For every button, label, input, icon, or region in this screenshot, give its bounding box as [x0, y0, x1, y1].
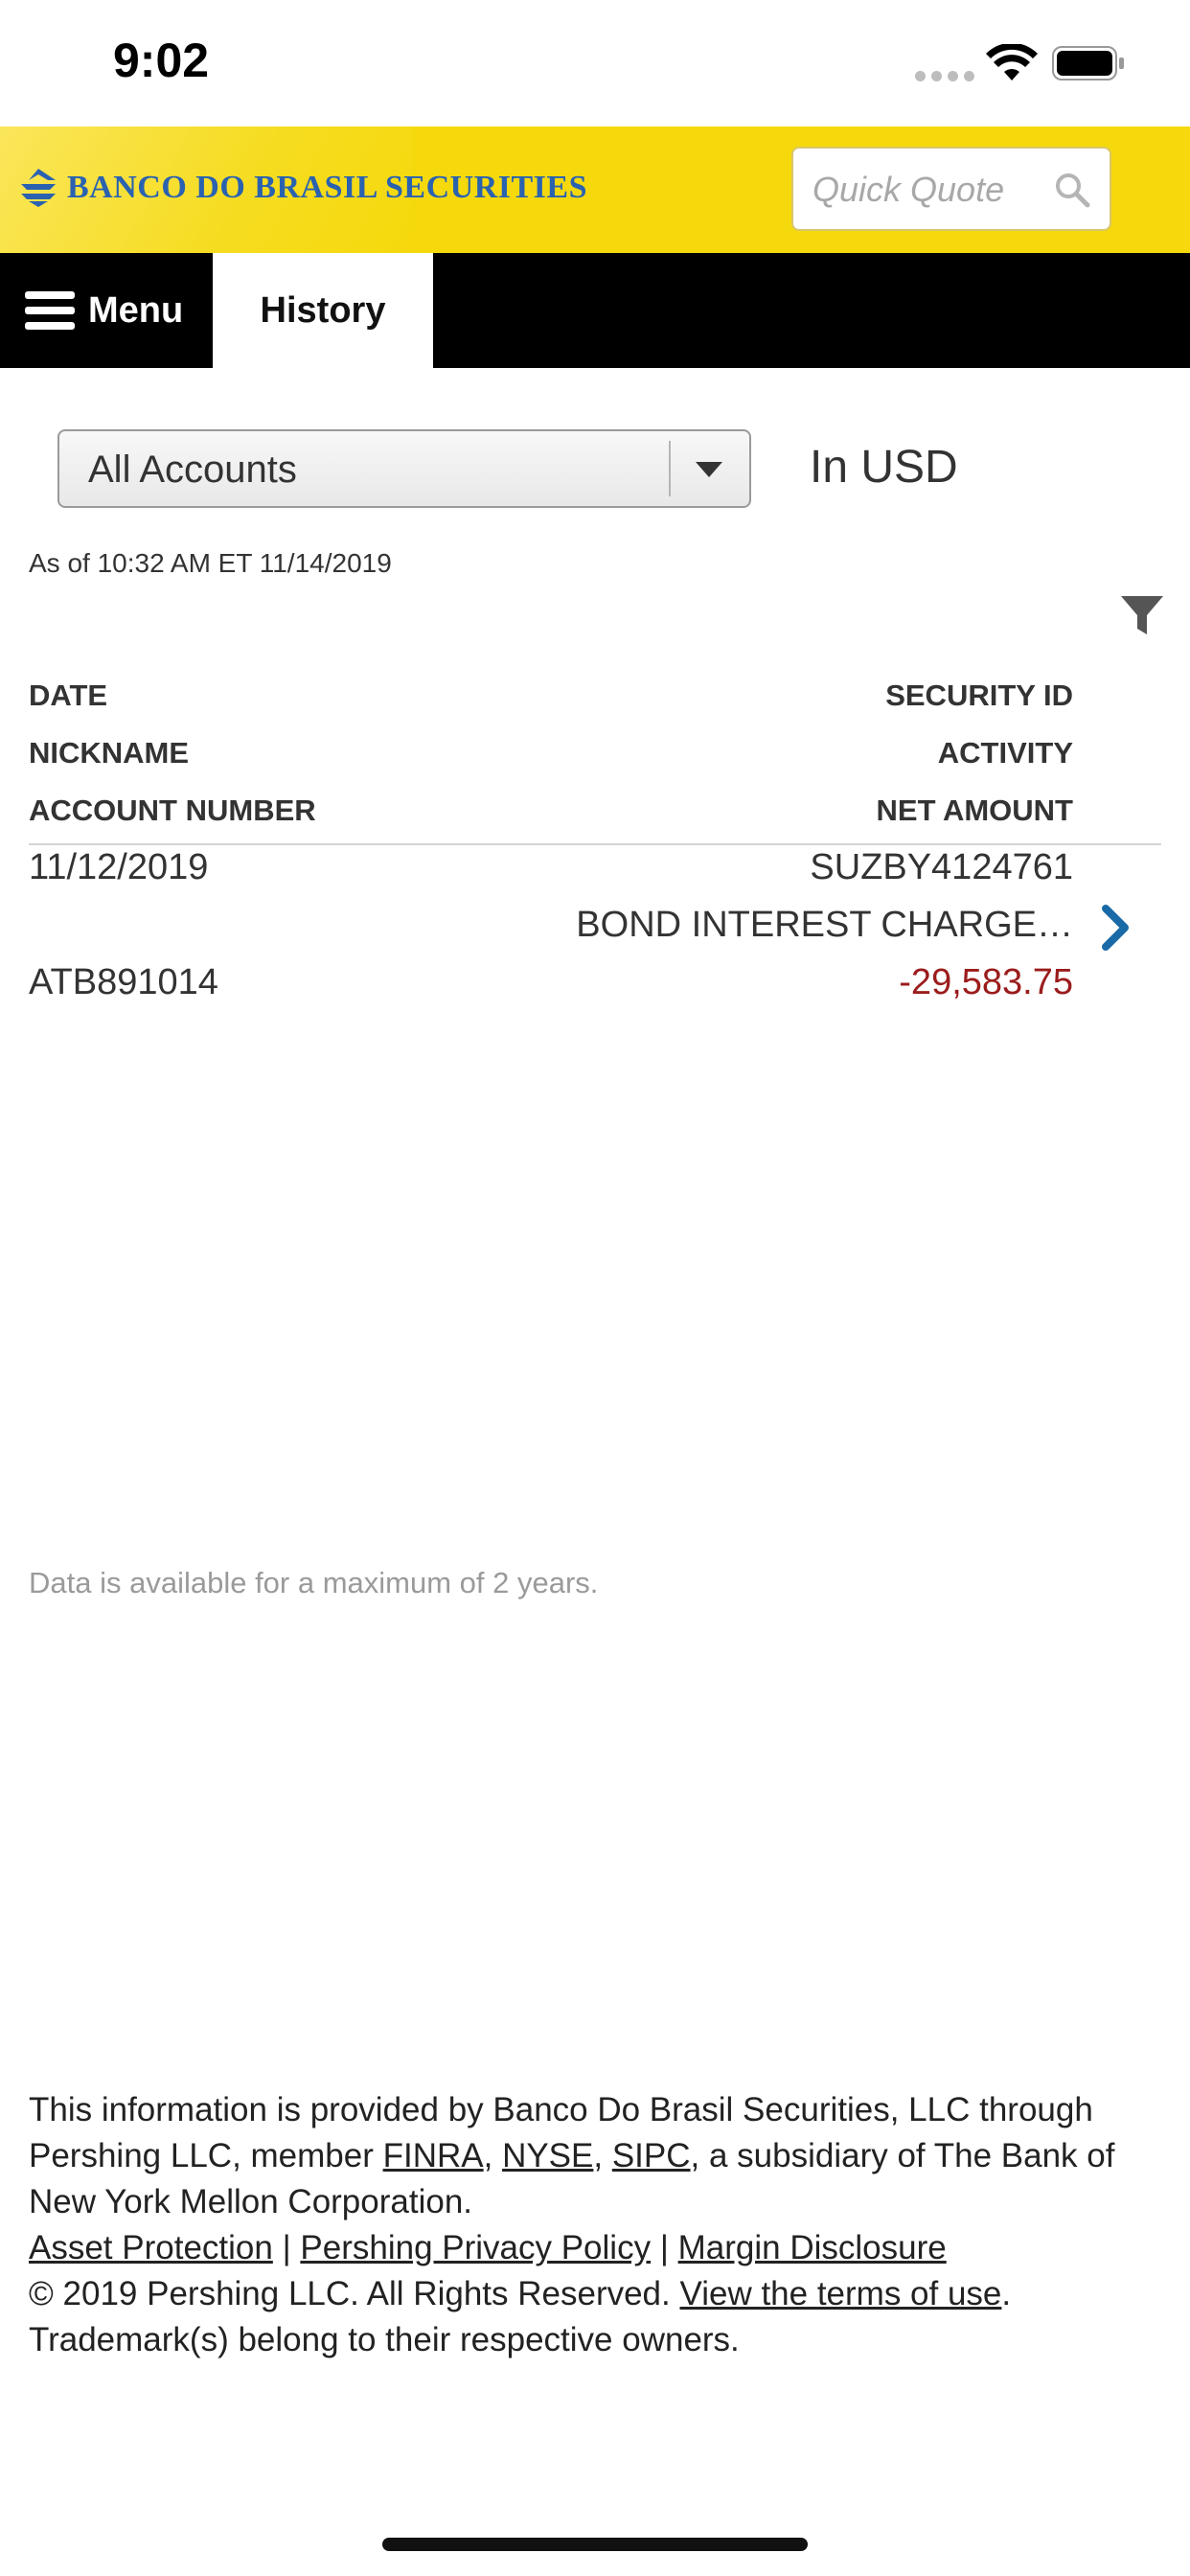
- tab-history-label: History: [260, 289, 386, 331]
- column-header-activity: ACTIVITY: [937, 736, 1073, 770]
- row-activity: BOND INTEREST CHARGE…: [576, 905, 1073, 945]
- margin-disclosure-link[interactable]: Margin Disclosure: [678, 2229, 947, 2266]
- nyse-link[interactable]: NYSE: [502, 2137, 593, 2174]
- hamburger-menu-icon: [25, 291, 75, 330]
- select-divider: [669, 441, 671, 496]
- brand-logo[interactable]: BANCO DO BRASIL SECURITIES: [17, 167, 587, 209]
- tab-history[interactable]: History: [213, 253, 433, 368]
- footer-links: Asset Protection | Pershing Privacy Poli…: [29, 2225, 1169, 2271]
- quick-quote-input[interactable]: [811, 149, 1044, 231]
- filter-icon[interactable]: [1119, 592, 1165, 638]
- footer-separator: ,: [593, 2137, 612, 2174]
- column-header-net-amount: NET AMOUNT: [876, 794, 1074, 827]
- column-header-account-number: ACCOUNT NUMBER: [29, 794, 316, 827]
- terms-of-use-link[interactable]: View the terms of use: [679, 2275, 1001, 2312]
- account-select[interactable]: All Accounts: [57, 429, 751, 508]
- row-account-number: ATB891014: [29, 962, 218, 1002]
- row-security-id: SUZBY4124761: [810, 847, 1073, 887]
- footer-disclosure: This information is provided by Banco Do…: [29, 2087, 1169, 2225]
- quick-quote-box: [791, 147, 1111, 231]
- status-time: 9:02: [113, 34, 210, 87]
- as-of-timestamp: As of 10:32 AM ET 11/14/2019: [29, 548, 392, 578]
- footer-copyright: © 2019 Pershing LLC. All Rights Reserved…: [29, 2271, 1169, 2317]
- sipc-link[interactable]: SIPC: [612, 2137, 691, 2174]
- finra-link[interactable]: FINRA: [383, 2137, 484, 2174]
- footer-separator: ,: [483, 2137, 503, 2174]
- privacy-policy-link[interactable]: Pershing Privacy Policy: [300, 2229, 651, 2266]
- availability-note: Data is available for a maximum of 2 yea…: [29, 1566, 599, 1599]
- column-header-security-id: SECURITY ID: [885, 678, 1073, 712]
- account-select-value: All Accounts: [88, 448, 297, 491]
- footer: This information is provided by Banco Do…: [29, 2087, 1169, 2363]
- currency-label: In USD: [810, 442, 958, 493]
- column-header-nickname: NICKNAME: [29, 736, 190, 770]
- footer-period: .: [1001, 2275, 1012, 2312]
- row-date: 11/12/2019: [29, 847, 209, 887]
- asset-protection-link[interactable]: Asset Protection: [29, 2229, 273, 2266]
- footer-pipe: |: [272, 2229, 301, 2266]
- wifi-icon: [986, 44, 1038, 80]
- home-indicator[interactable]: [382, 2538, 808, 2551]
- footer-pipe: |: [651, 2229, 678, 2266]
- battery-icon: [1052, 46, 1124, 80]
- menu-label: Menu: [88, 289, 184, 331]
- dropdown-arrow-icon: [696, 462, 722, 477]
- row-net-amount: -29,583.75: [899, 962, 1073, 1002]
- chevron-right-icon[interactable]: [1100, 905, 1129, 951]
- menu-button[interactable]: Menu: [0, 253, 213, 368]
- search-icon[interactable]: [1054, 172, 1090, 208]
- column-header-date: DATE: [29, 678, 108, 712]
- copyright-text: © 2019 Pershing LLC. All Rights Reserved…: [29, 2275, 680, 2312]
- footer-trademark: Trademark(s) belong to their respective …: [29, 2321, 740, 2358]
- brand-name: BANCO DO BRASIL SECURITIES: [67, 170, 587, 205]
- cellular-signal-icon: [915, 71, 974, 81]
- banco-do-brasil-logo-icon: [21, 169, 56, 207]
